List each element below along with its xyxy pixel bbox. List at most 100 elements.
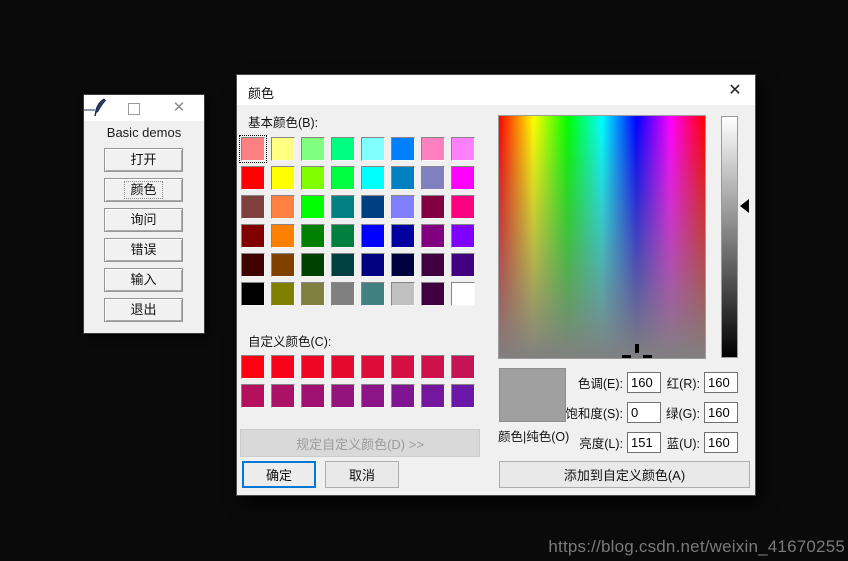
- custom-color-swatch[interactable]: [361, 384, 385, 408]
- custom-color-swatch[interactable]: [271, 355, 295, 379]
- basic-color-swatch[interactable]: [241, 224, 265, 248]
- basic-color-swatch[interactable]: [331, 224, 355, 248]
- basic-color-swatch[interactable]: [451, 224, 475, 248]
- custom-color-swatch[interactable]: [301, 384, 325, 408]
- color-dialog-titlebar[interactable]: 颜色 ✕: [237, 75, 755, 105]
- custom-color-swatch[interactable]: [391, 355, 415, 379]
- red-input[interactable]: [704, 372, 738, 393]
- basic-color-swatch[interactable]: [331, 253, 355, 277]
- custom-color-swatch[interactable]: [421, 384, 445, 408]
- basic-color-swatch[interactable]: [421, 195, 445, 219]
- basic-color-swatch[interactable]: [361, 166, 385, 190]
- demo-button-打开[interactable]: 打开: [104, 148, 183, 172]
- custom-color-swatch[interactable]: [331, 384, 355, 408]
- hue-saturation-field[interactable]: [498, 115, 706, 359]
- custom-color-swatch[interactable]: [451, 384, 475, 408]
- basic-color-swatch[interactable]: [361, 282, 385, 306]
- basic-color-swatch[interactable]: [361, 224, 385, 248]
- basic-color-swatch[interactable]: [451, 137, 475, 161]
- basic-color-swatch[interactable]: [301, 282, 325, 306]
- basic-color-swatch[interactable]: [451, 253, 475, 277]
- basic-color-swatch[interactable]: [421, 224, 445, 248]
- custom-color-swatch[interactable]: [391, 384, 415, 408]
- basic-color-swatch[interactable]: [391, 224, 415, 248]
- custom-color-swatch[interactable]: [271, 384, 295, 408]
- blue-label: 蓝(U):: [657, 433, 704, 452]
- maximize-button[interactable]: [128, 103, 140, 115]
- basic-color-swatch[interactable]: [361, 195, 385, 219]
- basic-color-swatch[interactable]: [451, 166, 475, 190]
- red-label: 红(R):: [657, 373, 704, 392]
- basic-color-swatch[interactable]: [421, 137, 445, 161]
- watermark-url: https://blog.csdn.net/weixin_41670255: [548, 537, 845, 557]
- basic-color-swatch[interactable]: [241, 137, 265, 161]
- basic-color-swatch[interactable]: [391, 253, 415, 277]
- basic-color-swatch[interactable]: [421, 166, 445, 190]
- basic-color-swatch[interactable]: [421, 253, 445, 277]
- basic-color-swatch[interactable]: [331, 137, 355, 161]
- green-input[interactable]: [704, 402, 738, 423]
- demo-window: ✕ Basic demos 打开颜色询问错误输入退出: [84, 95, 204, 333]
- basic-color-swatch[interactable]: [391, 137, 415, 161]
- demo-button-list: 打开颜色询问错误输入退出: [104, 148, 183, 322]
- basic-color-swatch[interactable]: [301, 137, 325, 161]
- custom-color-swatch[interactable]: [331, 355, 355, 379]
- basic-color-swatch[interactable]: [241, 195, 265, 219]
- custom-color-swatch[interactable]: [241, 384, 265, 408]
- custom-color-swatch[interactable]: [421, 355, 445, 379]
- demo-button-询问[interactable]: 询问: [104, 208, 183, 232]
- basic-color-swatch[interactable]: [241, 166, 265, 190]
- basic-color-swatch[interactable]: [361, 137, 385, 161]
- basic-color-swatch[interactable]: [391, 166, 415, 190]
- basic-color-swatch[interactable]: [241, 253, 265, 277]
- luminance-slider-arrow-icon[interactable]: [740, 199, 749, 213]
- ok-button[interactable]: 确定: [242, 461, 316, 488]
- basic-color-swatch[interactable]: [301, 195, 325, 219]
- basic-color-swatch[interactable]: [271, 137, 295, 161]
- basic-color-swatch[interactable]: [331, 282, 355, 306]
- basic-color-swatch[interactable]: [271, 282, 295, 306]
- luminance-input[interactable]: [627, 432, 661, 453]
- basic-color-swatch[interactable]: [241, 282, 265, 306]
- basic-color-swatch[interactable]: [451, 282, 475, 306]
- saturation-input[interactable]: [627, 402, 661, 423]
- demo-button-输入[interactable]: 输入: [104, 268, 183, 292]
- custom-color-swatch[interactable]: [301, 355, 325, 379]
- basic-colors-grid: [241, 137, 475, 306]
- close-button[interactable]: ✕: [170, 99, 188, 117]
- demo-window-titlebar[interactable]: ✕: [84, 95, 204, 121]
- close-icon[interactable]: ✕: [724, 80, 746, 102]
- basic-color-swatch[interactable]: [271, 224, 295, 248]
- basic-color-swatch[interactable]: [301, 224, 325, 248]
- tk-feather-icon: [84, 98, 110, 118]
- demo-window-heading: Basic demos: [84, 125, 204, 140]
- luminance-label: 亮度(L):: [538, 433, 627, 452]
- basic-color-swatch[interactable]: [271, 166, 295, 190]
- basic-color-swatch[interactable]: [331, 195, 355, 219]
- blue-input[interactable]: [704, 432, 738, 453]
- demo-button-错误[interactable]: 错误: [104, 238, 183, 262]
- basic-color-swatch[interactable]: [331, 166, 355, 190]
- basic-color-swatch[interactable]: [361, 253, 385, 277]
- cancel-button[interactable]: 取消: [325, 461, 399, 488]
- basic-color-swatch[interactable]: [391, 282, 415, 306]
- basic-color-swatch[interactable]: [271, 253, 295, 277]
- demo-button-退出[interactable]: 退出: [104, 298, 183, 322]
- basic-color-swatch[interactable]: [421, 282, 445, 306]
- luminance-slider[interactable]: [721, 116, 738, 358]
- basic-color-swatch[interactable]: [391, 195, 415, 219]
- basic-color-swatch[interactable]: [271, 195, 295, 219]
- basic-color-swatch[interactable]: [451, 195, 475, 219]
- add-to-custom-colors-button[interactable]: 添加到自定义颜色(A): [499, 461, 750, 488]
- demo-button-颜色[interactable]: 颜色: [104, 178, 183, 202]
- custom-color-swatch[interactable]: [241, 355, 265, 379]
- dialog-title: 颜色: [248, 83, 274, 102]
- custom-color-swatch[interactable]: [361, 355, 385, 379]
- hue-input[interactable]: [627, 372, 661, 393]
- basic-color-swatch[interactable]: [301, 166, 325, 190]
- color-crosshair-icon: [635, 344, 639, 353]
- basic-colors-label: 基本颜色(B):: [248, 112, 318, 131]
- basic-color-swatch[interactable]: [301, 253, 325, 277]
- custom-color-swatch[interactable]: [451, 355, 475, 379]
- color-crosshair-icon: [643, 355, 652, 358]
